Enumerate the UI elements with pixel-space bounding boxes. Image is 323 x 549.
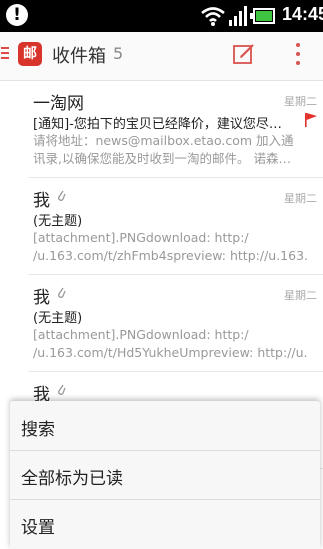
mail-sender: 我 xyxy=(33,191,50,211)
mail-subject: (无主题) xyxy=(33,214,83,229)
alert-icon: ! xyxy=(6,4,28,26)
attachment-icon xyxy=(58,384,66,395)
overflow-popup-menu: 搜索 全部标为已读 设置 xyxy=(10,401,320,549)
mail-sender: 一淘网 xyxy=(33,94,84,114)
mail-subject: [通知]-您拍下的宝贝已经降价，建议您尽… xyxy=(33,117,282,132)
mail-preview: 请将地址：news@mailbox.etao.com 加入通 讯录,以确保您能及… xyxy=(33,133,294,166)
mail-logo-icon: 邮 xyxy=(18,42,42,66)
status-bar: ! 14:45 xyxy=(0,0,323,32)
menu-item-settings[interactable]: 设置 xyxy=(10,499,320,548)
flag-icon[interactable] xyxy=(305,113,317,127)
mail-item[interactable]: 一淘网 星期二 [通知]-您拍下的宝贝已经降价，建议您尽… 请将地址：news@… xyxy=(28,81,323,178)
menu-item-mark-all-read[interactable]: 全部标为已读 xyxy=(10,450,320,500)
page-title: 收件箱 xyxy=(52,46,106,67)
battery-icon xyxy=(250,8,275,24)
unread-count: 5 xyxy=(113,44,124,63)
mail-item[interactable]: 我 星期二 (无主题) [attachment].PNGdownload: ht… xyxy=(28,178,323,275)
menu-item-search[interactable]: 搜索 xyxy=(10,401,320,451)
attachment-icon xyxy=(58,287,66,298)
mail-date: 星期二 xyxy=(284,289,317,302)
mail-preview: [attachment].PNGdownload: http:/ /u.163.… xyxy=(33,327,308,360)
wifi-icon xyxy=(201,7,225,26)
menu-icon[interactable] xyxy=(1,47,9,62)
overflow-menu-icon[interactable] xyxy=(296,43,302,67)
signal-icon xyxy=(229,6,247,26)
status-time: 14:45 xyxy=(282,4,323,24)
attachment-icon xyxy=(58,190,66,201)
mail-subject: (无主题) xyxy=(33,311,83,326)
mail-date: 星期二 xyxy=(284,192,317,205)
mail-preview: [attachment].PNGdownload: http:/ /u.163.… xyxy=(33,230,308,263)
mail-date: 星期二 xyxy=(284,95,317,108)
app-header: 邮 收件箱 5 xyxy=(0,32,323,81)
mail-sender: 我 xyxy=(33,288,50,308)
compose-icon[interactable] xyxy=(232,42,256,66)
mail-item[interactable]: 我 星期二 (无主题) [attachment].PNGdownload: ht… xyxy=(28,275,323,372)
